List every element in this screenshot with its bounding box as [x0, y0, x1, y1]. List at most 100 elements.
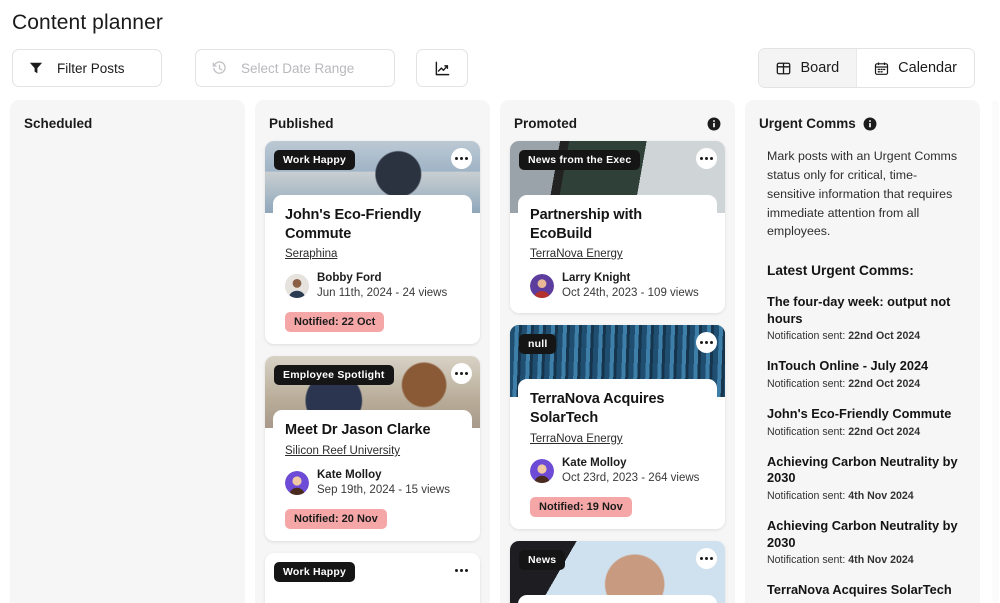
- sent-date: 4th Nov 2024: [848, 489, 914, 502]
- column-title: Urgent Comms: [759, 116, 856, 131]
- post-card[interactable]: null TerraNova Acquires SolarTech TerraN…: [510, 325, 725, 529]
- info-icon[interactable]: [863, 117, 877, 131]
- board-icon: [776, 61, 791, 76]
- chart-line-icon: [434, 60, 451, 77]
- urgent-comms-item[interactable]: InTouch Online - July 2024 Notification …: [767, 358, 962, 390]
- urgent-comms-item[interactable]: Achieving Carbon Neutrality by 2030 Noti…: [767, 454, 962, 502]
- column-title-group: Urgent Comms: [759, 116, 877, 131]
- post-chip: Employee Spotlight: [274, 365, 394, 386]
- post-menu-button[interactable]: [451, 363, 472, 385]
- urgent-comms-item-title: The four-day week: output not hours: [767, 294, 951, 326]
- urgent-comms-item-sent: Notification sent: 4th Nov 2024: [767, 554, 962, 566]
- sent-date: 22nd Oct 2024: [848, 378, 921, 391]
- post-chip: News: [519, 549, 566, 570]
- post-title: Meet Dr Jason Clarke: [285, 422, 431, 439]
- urgent-comms-item-sent: Notification sent: 4th Nov 2024: [767, 490, 962, 502]
- post-author: Kate Molloy: [562, 456, 627, 469]
- post-subtitle-link[interactable]: TerraNova Energy: [530, 433, 623, 445]
- urgent-comms-item[interactable]: TerraNova Acquires SolarTech: [767, 582, 962, 599]
- post-card[interactable]: Work Happy Campus-wide Wi-Fi: [265, 553, 480, 603]
- avatar: [285, 471, 309, 496]
- post-card[interactable]: News InTouch Online - November 2024: [510, 540, 725, 603]
- urgent-comms-item-sent: Notification sent: 22nd Oct 2024: [767, 426, 962, 438]
- latest-urgent-comms-heading: Latest Urgent Comms:: [767, 263, 914, 279]
- post-subtitle-link[interactable]: Seraphina: [285, 248, 337, 260]
- page-title: Content planner: [12, 11, 163, 34]
- column-promoted: Promoted News from the Exec Partnership …: [500, 100, 735, 603]
- column-header: Urgent Comms: [745, 100, 980, 141]
- column-urgent-comms: Urgent Comms Mark posts with an Urgent C…: [745, 100, 980, 603]
- post-chip: Work Happy: [274, 562, 356, 583]
- urgent-comms-item-sent: Notification sent: 22nd Oct 2024: [767, 330, 962, 342]
- scrollbar-thumb[interactable]: [992, 100, 999, 603]
- post-title: Partnership with EcoBuild: [530, 207, 642, 242]
- board: Scheduled Published Work Happy John's Ec…: [0, 100, 1000, 603]
- sent-label: Notification sent:: [767, 425, 846, 438]
- calendar-icon: [874, 61, 889, 76]
- post-thumbnail: Work Happy: [265, 553, 480, 603]
- post-chip: null: [519, 334, 557, 355]
- sent-date: 22nd Oct 2024: [848, 425, 921, 438]
- urgent-comms-item-sent: Notification sent: 22nd Oct 2024: [767, 378, 962, 390]
- analytics-button[interactable]: [416, 49, 468, 87]
- date-range-placeholder: Select Date Range: [241, 60, 355, 76]
- post-title: John's Eco-Friendly Commute: [285, 207, 422, 242]
- avatar: [530, 458, 554, 483]
- column-scheduled: Scheduled: [10, 100, 245, 603]
- tab-calendar[interactable]: Calendar: [857, 49, 974, 87]
- urgent-comms-item[interactable]: Achieving Carbon Neutrality by 2030 Noti…: [767, 518, 962, 566]
- post-meta: Larry Knight Oct 24th, 2023 - 109 views: [530, 271, 705, 301]
- filter-icon: [29, 61, 43, 75]
- toolbar: Filter Posts Select Date Range Board Cal…: [0, 35, 1000, 88]
- history-clock-icon: [212, 60, 227, 76]
- post-date-views: Sep 19th, 2024 - 15 views: [317, 484, 450, 497]
- notified-badge: Notified: 19 Nov: [530, 496, 632, 517]
- post-author: Bobby Ford: [317, 272, 382, 285]
- notified-badge: Notified: 20 Nov: [285, 509, 387, 530]
- tab-board[interactable]: Board: [759, 49, 857, 87]
- post-title: TerraNova Acquires SolarTech: [530, 391, 665, 426]
- date-range-input[interactable]: Select Date Range: [195, 49, 395, 87]
- post-body: Meet Dr Jason Clarke Silicon Reef Univer…: [273, 410, 472, 542]
- filter-posts-button[interactable]: Filter Posts: [12, 49, 162, 87]
- post-thumbnail: News: [510, 540, 725, 603]
- urgent-comms-item[interactable]: The four-day week: output not hours Noti…: [767, 294, 962, 342]
- post-menu-button[interactable]: [696, 332, 717, 354]
- sent-label: Notification sent:: [767, 489, 846, 502]
- column-title: Published: [269, 116, 334, 131]
- info-icon[interactable]: [707, 117, 721, 131]
- post-body: InTouch Online - November 2024: [518, 594, 717, 603]
- urgent-comms-item[interactable]: John's Eco-Friendly Commute Notification…: [767, 406, 962, 438]
- post-meta: Bobby Ford Jun 11th, 2024 - 24 views: [285, 271, 460, 301]
- sent-date: 22nd Oct 2024: [848, 330, 921, 343]
- post-menu-button[interactable]: [696, 547, 717, 569]
- post-subtitle-link[interactable]: TerraNova Energy: [530, 248, 623, 260]
- post-card[interactable]: News from the Exec Partnership with EcoB…: [510, 141, 725, 314]
- post-body: Partnership with EcoBuild TerraNova Ener…: [518, 195, 717, 314]
- post-menu-button[interactable]: [696, 148, 717, 169]
- sent-label: Notification sent:: [767, 330, 846, 343]
- post-author: Larry Knight: [562, 272, 631, 285]
- column-cards: News from the Exec Partnership with EcoB…: [500, 141, 735, 603]
- sent-date: 4th Nov 2024: [848, 554, 914, 567]
- urgent-comms-item-title: Achieving Carbon Neutrality by 2030: [767, 453, 958, 486]
- post-date-views: Jun 11th, 2024 - 24 views: [317, 287, 448, 300]
- post-menu-button[interactable]: [451, 560, 472, 582]
- urgent-comms-item-title: TerraNova Acquires SolarTech: [767, 582, 952, 598]
- avatar: [530, 274, 554, 299]
- view-switcher: Board Calendar: [758, 48, 975, 88]
- post-author: Kate Molloy: [317, 468, 382, 481]
- post-card[interactable]: Work Happy John's Eco-Friendly Commute S…: [265, 141, 480, 345]
- post-menu-button[interactable]: [451, 148, 472, 169]
- post-date-views: Oct 23rd, 2023 - 264 views: [562, 471, 700, 484]
- post-card[interactable]: Employee Spotlight Meet Dr Jason Clarke …: [265, 356, 480, 542]
- post-chip: News from the Exec: [519, 150, 641, 170]
- post-body: John's Eco-Friendly Commute Seraphina Bo…: [273, 195, 472, 345]
- post-date-views: Oct 24th, 2023 - 109 views: [562, 287, 699, 300]
- page-scrollbar[interactable]: [992, 100, 999, 603]
- post-meta-text: Kate Molloy Oct 23rd, 2023 - 264 views: [562, 456, 699, 486]
- post-subtitle-link[interactable]: Silicon Reef University: [285, 445, 400, 457]
- sent-label: Notification sent:: [767, 378, 846, 391]
- column-title: Scheduled: [24, 116, 93, 131]
- urgent-comms-item-title: John's Eco-Friendly Commute: [767, 406, 952, 422]
